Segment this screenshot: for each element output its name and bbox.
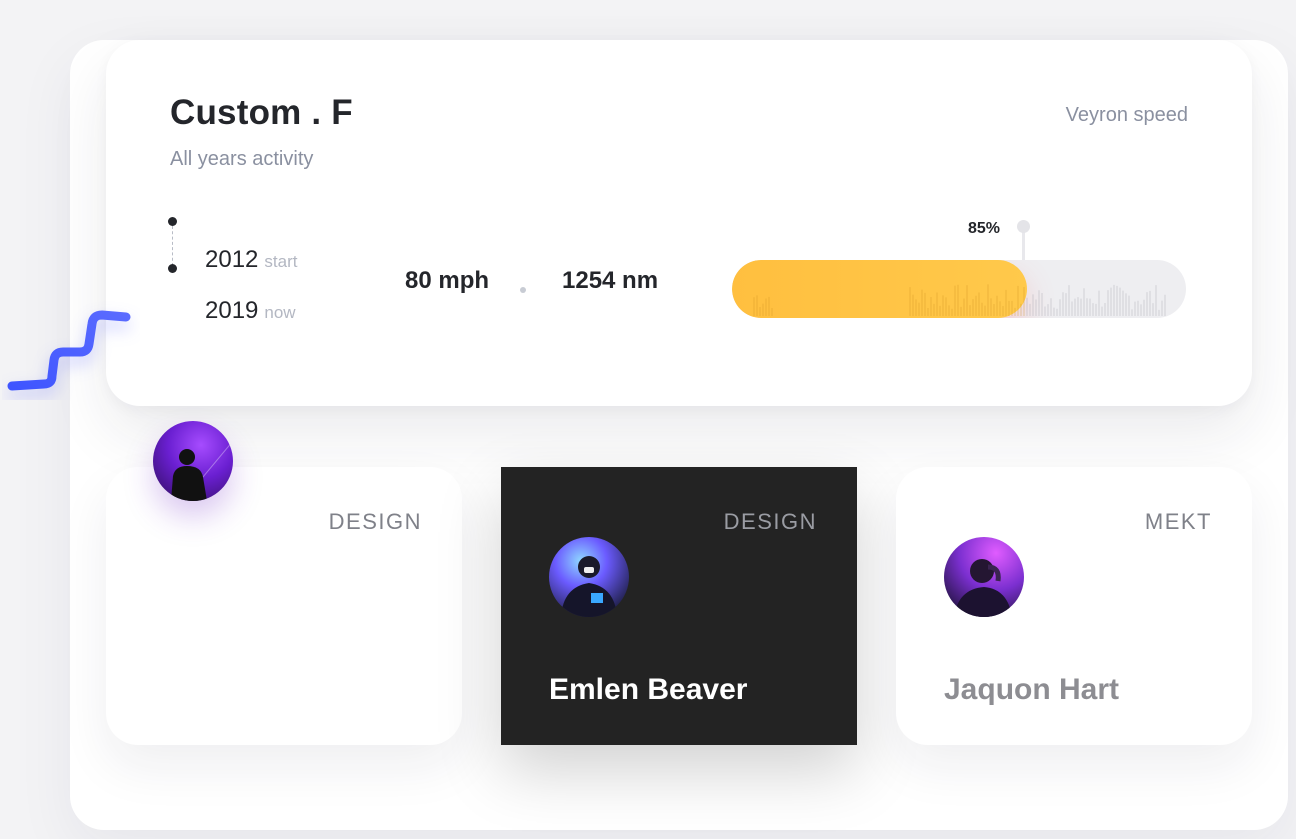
card-category: DESIGN [723, 509, 817, 534]
start-tag: start [264, 252, 298, 271]
distance-stat: 1254 nm [562, 267, 659, 294]
veyron-speed-label[interactable]: Veyron speed [1066, 104, 1188, 127]
start-year-row: 2012 start [205, 246, 297, 274]
card-category: DESIGN [328, 509, 422, 534]
team-card-emlen-beaver[interactable]: DESIGN Emlen Beaver [501, 467, 857, 745]
avatar[interactable] [944, 537, 1024, 617]
timeline-dashed-line [172, 226, 173, 266]
person-silhouette-icon [171, 440, 233, 501]
progress-knob[interactable] [1017, 220, 1030, 233]
activity-card: Custom . F All years activity Veyron spe… [106, 40, 1252, 406]
page-title: Custom . F [170, 93, 353, 132]
timeline-start-dot [168, 217, 177, 226]
card-person-name: Jaquon Hart [944, 673, 1120, 706]
person-avatar-icon [954, 559, 1012, 617]
end-tag: now [264, 303, 296, 322]
speed-progress[interactable]: 85% [732, 220, 1186, 318]
waveform-graphic [753, 284, 1166, 316]
stat-separator-dot [520, 287, 526, 293]
timeline-indicator [166, 217, 180, 273]
squiggle-decoration-icon [7, 310, 131, 391]
end-year: 2019 [205, 297, 259, 324]
avatar[interactable] [153, 421, 233, 501]
progress-track [732, 260, 1186, 318]
speed-stat: 80 mph [405, 267, 490, 294]
avatar[interactable] [549, 537, 629, 617]
page-subtitle: All years activity [170, 148, 314, 170]
card-category: MEKT [1144, 509, 1212, 534]
team-card-design[interactable]: DESIGN [106, 467, 462, 745]
timeline-end-dot [168, 264, 177, 273]
app-stage: Custom . F All years activity Veyron spe… [0, 0, 1296, 839]
team-card-jaquon-hart[interactable]: MEKT Jaquon Hart [896, 467, 1252, 745]
end-year-row: 2019 now [205, 297, 296, 325]
card-person-name: Emlen Beaver [549, 673, 748, 706]
progress-percent-label: 85% [968, 220, 1001, 237]
person-avatar-icon [561, 556, 617, 617]
start-year: 2012 [205, 246, 259, 273]
